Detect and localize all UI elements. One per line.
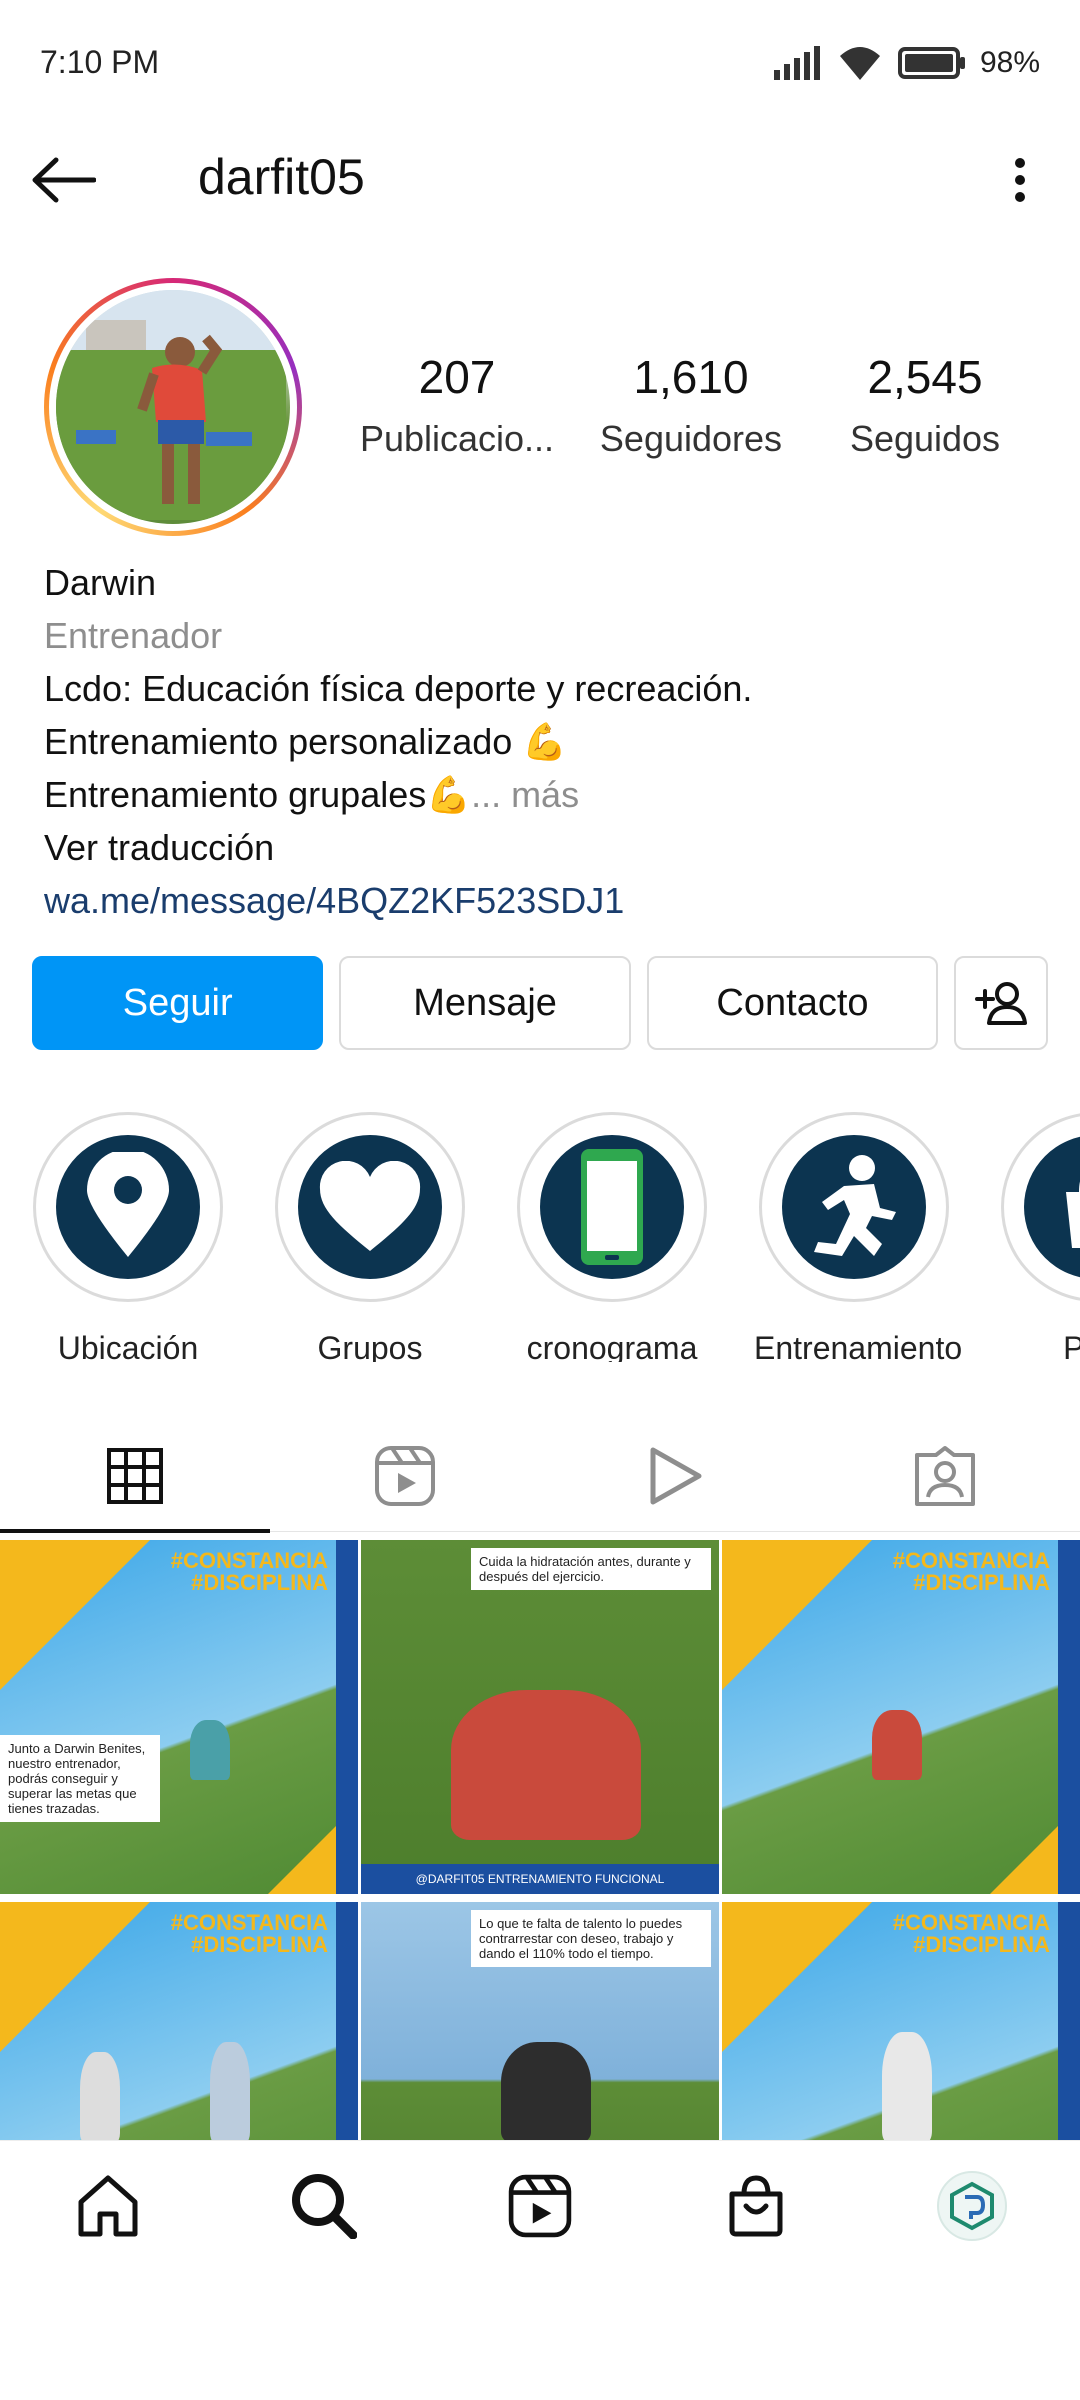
video-play-icon (650, 1447, 702, 1505)
follow-button[interactable]: Seguir (32, 956, 324, 1050)
more-options-button[interactable] (990, 150, 1050, 210)
profile-avatar[interactable] (44, 278, 302, 536)
post-grid: #CONSTANCIA #DISCIPLINA Junto a Darwin B… (0, 1540, 1080, 2140)
status-bar: 7:10 PM 98% (0, 0, 1080, 130)
profile-actions: Seguir Mensaje Contacto (32, 956, 1048, 1050)
profile-category: Entrenador (44, 615, 223, 656)
post-thumbnail[interactable]: #CONSTANCIA #DISCIPLINA Junto a Darwin B… (0, 1540, 358, 1894)
avatar-figure (56, 290, 286, 520)
profile-tabs (0, 1420, 1080, 1533)
post-thumbnail[interactable]: #CONSTANCIA #DISCIPLINA (722, 1902, 1080, 2140)
heart-icon (319, 1161, 421, 1251)
profile-website-link[interactable]: wa.me/message/4BQZ2KF523SDJ1 (44, 874, 1044, 927)
nav-search[interactable] (216, 2141, 432, 2271)
post-note: Junto a Darwin Benites, nuestro entrenad… (0, 1735, 160, 1822)
stat-following[interactable]: 2,545 Seguidos (808, 350, 1042, 460)
stat-followers[interactable]: 1,610 Seguidores (574, 350, 808, 460)
bio-line-more: Entrenamiento grupales💪... más (44, 768, 1044, 821)
profile-stats: 207 Publicacio... 1,610 Seguidores 2,545… (340, 350, 1080, 460)
profile-bio: Darwin Entrenador Lcdo: Educación física… (44, 556, 1044, 927)
translate-link[interactable]: Ver traducción (44, 821, 1044, 874)
post-tag: #CONSTANCIA #DISCIPLINA (170, 1548, 328, 1595)
profile-name: Darwin (44, 562, 157, 603)
contact-button[interactable]: Contacto (646, 956, 939, 1050)
search-icon (292, 2174, 357, 2239)
highlight-item[interactable]: Entrenamiento (754, 1112, 963, 1362)
profile-logo-icon (950, 2181, 994, 2231)
tab-grid[interactable] (0, 1420, 270, 1533)
highlight-label: Proc (1063, 1330, 1080, 1362)
add-user-icon (975, 982, 1028, 1025)
stat-posts[interactable]: 207 Publicacio... (340, 350, 574, 460)
tab-active-indicator (0, 1529, 270, 1533)
nav-shop[interactable] (648, 2141, 864, 2271)
runner-icon (814, 1155, 896, 1256)
post-thumbnail[interactable]: #CONSTANCIA #DISCIPLINA (0, 1902, 358, 2140)
arrow-left-icon (32, 157, 96, 203)
post-thumbnail[interactable]: #CONSTANCIA #DISCIPLINA (722, 1540, 1080, 1894)
bio-line: Entrenamiento personalizado 💪 (44, 721, 568, 762)
following-label: Seguidos (849, 418, 1001, 459)
post-note: Cuida la hidratación antes, durante y de… (471, 1548, 711, 1590)
reels-icon (508, 2174, 572, 2238)
highlight-item[interactable]: cronograma (512, 1112, 712, 1362)
nav-home[interactable] (0, 2141, 216, 2271)
back-button[interactable] (30, 150, 120, 210)
shopping-icon (1066, 1181, 1080, 1248)
post-note: Lo que te falta de talento lo puedes con… (471, 1910, 711, 1967)
post-thumbnail[interactable]: Lo que te falta de talento lo puedes con… (361, 1902, 719, 2140)
post-tag: #CONSTANCIA #DISCIPLINA (892, 1910, 1050, 1957)
location-pin-icon (87, 1152, 169, 1257)
wifi-icon (839, 47, 880, 80)
battery-icon (897, 47, 965, 79)
highlight-item[interactable]: Proc (996, 1112, 1080, 1362)
avatar-photo (56, 290, 290, 524)
battery-percent: 98% (979, 46, 1040, 79)
following-count: 2,545 (867, 351, 983, 403)
nav-profile[interactable] (864, 2141, 1080, 2271)
bio-more-link[interactable]: ... más (471, 774, 579, 815)
status-icons: 98% (772, 44, 1040, 82)
tab-reels[interactable] (270, 1420, 540, 1532)
grid-icon (107, 1448, 163, 1504)
story-highlights: Ubicación Grupos cronograma Entrenamient… (0, 1112, 1080, 1362)
nav-reels[interactable] (432, 2141, 648, 2271)
bio-line: Lcdo: Educación física deporte y recreac… (44, 668, 753, 709)
status-time: 7:10 PM (40, 44, 160, 80)
post-thumbnail[interactable]: Cuida la hidratación antes, durante y de… (361, 1540, 719, 1894)
post-tag: #CONSTANCIA #DISCIPLINA (170, 1910, 328, 1957)
reels-icon (375, 1446, 435, 1506)
highlight-label: cronograma (526, 1330, 698, 1362)
home-icon (78, 2175, 138, 2237)
phone-icon (581, 1149, 643, 1265)
message-button[interactable]: Mensaje (339, 956, 631, 1050)
highlight-label: Entrenamiento (754, 1330, 963, 1362)
posts-label: Publicacio... (359, 418, 555, 459)
posts-count: 207 (418, 351, 496, 403)
highlight-item[interactable]: Ubicación (28, 1112, 228, 1362)
highlight-label: Ubicación (57, 1330, 199, 1362)
tagged-icon (915, 1446, 975, 1506)
profile-username: darfit05 (198, 149, 365, 205)
highlight-item[interactable]: Grupos (270, 1112, 470, 1362)
tab-videos[interactable] (540, 1420, 810, 1532)
followers-count: 1,610 (633, 351, 749, 403)
profile-avatar (937, 2171, 1007, 2241)
followers-label: Seguidores (599, 418, 783, 459)
bottom-navigation (0, 2140, 1080, 2270)
profile-header: darfit05 (0, 130, 1080, 230)
suggested-users-button[interactable] (954, 956, 1048, 1050)
post-footer: @DARFIT05 ENTRENAMIENTO FUNCIONAL (361, 1864, 719, 1894)
tab-tagged[interactable] (810, 1420, 1080, 1532)
shop-icon (729, 2175, 783, 2237)
post-tag: #CONSTANCIA #DISCIPLINA (892, 1548, 1050, 1595)
highlight-label: Grupos (317, 1330, 423, 1362)
signal-icon (773, 46, 820, 80)
more-vertical-icon (1015, 158, 1025, 202)
bio-line: Entrenamiento grupales💪 (44, 774, 472, 815)
